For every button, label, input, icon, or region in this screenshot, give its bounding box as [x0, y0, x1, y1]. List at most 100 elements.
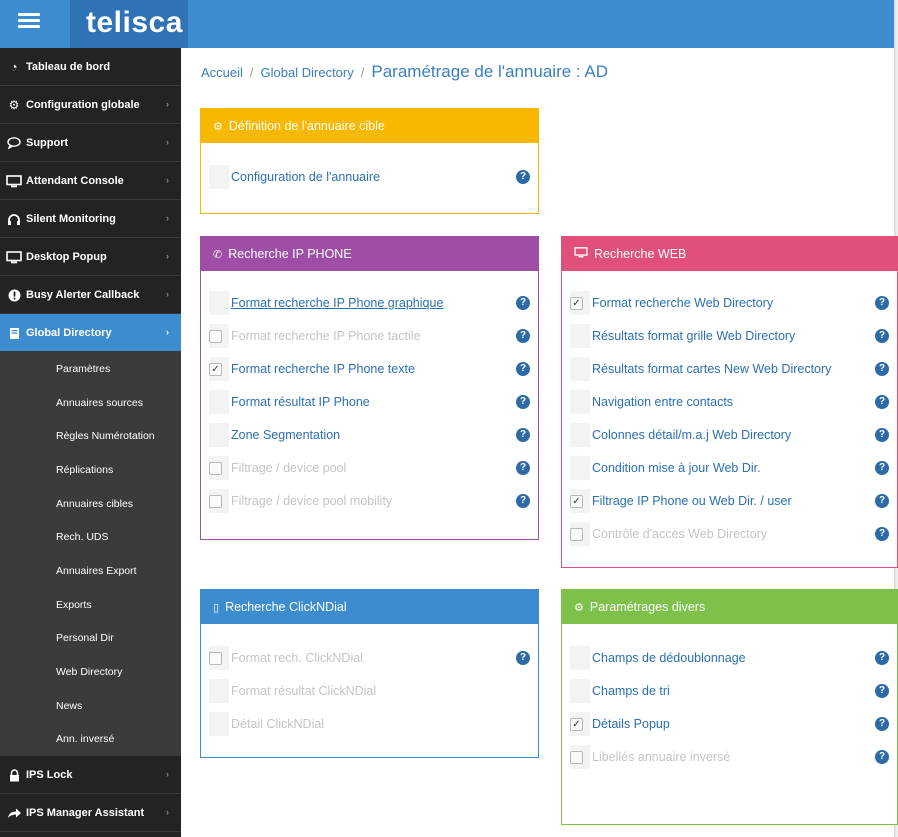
- sidebar-item-configuration-globale[interactable]: ⚙ Configuration globale ›: [0, 86, 181, 124]
- monitor-icon: [574, 247, 588, 261]
- help-icon[interactable]: ?: [875, 296, 889, 310]
- setting-row: ✓ Filtrage IP Phone ou Web Dir. / user ?: [570, 489, 889, 513]
- help-icon[interactable]: ?: [875, 651, 889, 665]
- help-icon[interactable]: ?: [875, 461, 889, 475]
- submenu-item[interactable]: Annuaires Export: [0, 554, 181, 588]
- setting-link[interactable]: Résultats format cartes New Web Director…: [592, 362, 875, 376]
- setting-link[interactable]: Filtrage IP Phone ou Web Dir. / user: [592, 494, 875, 508]
- row-checkbox-checked[interactable]: ✓: [570, 494, 583, 508]
- sidebar-item-silent-monitoring[interactable]: Silent Monitoring ›: [0, 200, 181, 238]
- setting-row: Condition mise à jour Web Dir. ?: [570, 456, 889, 480]
- help-icon[interactable]: ?: [875, 395, 889, 409]
- setting-link[interactable]: Format recherche Web Directory: [592, 296, 875, 310]
- row-checkbox[interactable]: [570, 527, 583, 541]
- help-icon[interactable]: ?: [875, 717, 889, 731]
- sidebar: ◔ Tableau de bord ⚙ Configuration global…: [0, 48, 181, 837]
- setting-link[interactable]: Format résultat IP Phone: [231, 395, 516, 409]
- submenu-item[interactable]: Ann. inversé: [0, 723, 181, 757]
- sidebar-item-label: Support: [26, 136, 69, 149]
- submenu-item[interactable]: Annuaires cibles: [0, 487, 181, 521]
- app-logo[interactable]: telisca: [86, 6, 183, 40]
- setting-row: Champs de tri ?: [570, 679, 889, 703]
- row-checkbox[interactable]: [209, 494, 222, 508]
- setting-row: Zone Segmentation ?: [209, 423, 530, 447]
- setting-row: Contrôle d'accès Web Directory ?: [570, 522, 889, 546]
- chevron-right-icon: ›: [166, 807, 169, 818]
- setting-link[interactable]: Détails Popup: [592, 717, 875, 731]
- breadcrumb-home-link[interactable]: Accueil: [201, 65, 243, 80]
- gears-icon: ⚙: [8, 98, 20, 112]
- row-checkbox[interactable]: [570, 750, 583, 764]
- setting-link[interactable]: Condition mise à jour Web Dir.: [592, 461, 875, 475]
- help-icon[interactable]: ?: [875, 329, 889, 343]
- setting-link[interactable]: Zone Segmentation: [231, 428, 516, 442]
- row-checkbox-checked[interactable]: ✓: [570, 296, 583, 310]
- help-icon[interactable]: ?: [516, 461, 530, 475]
- help-icon[interactable]: ?: [875, 494, 889, 508]
- setting-link: Format recherche IP Phone tactile: [231, 329, 421, 343]
- breadcrumb: Accueil / Global Directory / Paramétrage de …: [201, 62, 608, 82]
- help-icon[interactable]: ?: [516, 651, 530, 665]
- setting-link[interactable]: Configuration de l'annuaire: [231, 170, 516, 184]
- setting-link[interactable]: Champs de tri: [592, 684, 875, 698]
- setting-row: Configuration de l'annuaire ?: [209, 165, 530, 189]
- submenu-item[interactable]: Règles Numérotation: [0, 419, 181, 453]
- top-bar: telisca: [0, 0, 898, 48]
- sidebar-item-attendant-console[interactable]: Attendant Console ›: [0, 162, 181, 200]
- sidebar-item-busy-alerter-callback[interactable]: Busy Alerter Callback ›: [0, 276, 181, 314]
- help-icon[interactable]: ?: [516, 395, 530, 409]
- help-icon[interactable]: ?: [516, 362, 530, 376]
- share-arrow-icon: [6, 805, 22, 821]
- sidebar-item-desktop-popup[interactable]: Desktop Popup ›: [0, 238, 181, 276]
- submenu-item[interactable]: Annuaires sources: [0, 386, 181, 420]
- help-icon[interactable]: ?: [516, 494, 530, 508]
- sidebar-item-label: Desktop Popup: [26, 250, 107, 263]
- alert-icon: [6, 287, 22, 303]
- setting-row: Champs de dédoublonnage ?: [570, 646, 889, 670]
- breadcrumb-section-link[interactable]: Global Directory: [261, 65, 354, 80]
- setting-link[interactable]: Colonnes détail/m.a.j Web Directory: [592, 428, 875, 442]
- setting-link[interactable]: Navigation entre contacts: [592, 395, 875, 409]
- chevron-right-icon: ›: [166, 213, 169, 223]
- submenu-item[interactable]: Personal Dir: [0, 622, 181, 656]
- sidebar-item-ips-manager-assistant[interactable]: IPS Manager Assistant ›: [0, 794, 181, 833]
- help-icon[interactable]: ?: [875, 428, 889, 442]
- row-checkbox-checked[interactable]: ✓: [570, 717, 583, 731]
- panel-header: ▯ Recherche ClickNDial: [201, 590, 538, 624]
- panel-header: ⚙ Définition de l'annuaire cible: [201, 109, 538, 143]
- row-checkbox-checked[interactable]: ✓: [209, 362, 222, 376]
- help-icon[interactable]: ?: [516, 428, 530, 442]
- submenu-item[interactable]: Exports: [0, 588, 181, 622]
- sidebar-item-tableau-de-bord[interactable]: ◔ Tableau de bord: [0, 48, 181, 86]
- row-checkbox[interactable]: [209, 461, 222, 475]
- hamburger-icon[interactable]: [18, 13, 40, 33]
- setting-link[interactable]: Format recherche IP Phone graphique: [231, 296, 516, 310]
- submenu-item[interactable]: Paramètres: [0, 352, 181, 386]
- panel-clickndial: ▯ Recherche ClickNDial Format rech. Clic…: [200, 589, 539, 758]
- row-checkbox[interactable]: [209, 329, 222, 343]
- setting-link[interactable]: Champs de dédoublonnage: [592, 651, 875, 665]
- panel-header: ✆ Recherche IP PHONE: [201, 237, 538, 271]
- setting-link[interactable]: Résultats format grille Web Directory: [592, 329, 875, 343]
- submenu-item[interactable]: Réplications: [0, 453, 181, 487]
- sidebar-item-support[interactable]: Support ›: [0, 124, 181, 162]
- breadcrumb-separator: /: [360, 65, 365, 80]
- submenu-item[interactable]: News: [0, 689, 181, 723]
- help-icon[interactable]: ?: [516, 329, 530, 343]
- help-icon[interactable]: ?: [875, 362, 889, 376]
- sidebar-item-global-directory[interactable]: Global Directory ›: [0, 314, 181, 352]
- help-icon[interactable]: ?: [516, 170, 530, 184]
- setting-link[interactable]: Format recherche IP Phone texte: [231, 362, 516, 376]
- setting-row: Format recherche IP Phone graphique ?: [209, 291, 530, 315]
- submenu-item[interactable]: Rech. UDS: [0, 520, 181, 554]
- help-icon[interactable]: ?: [875, 527, 889, 541]
- sidebar-item-label: Global Directory: [26, 326, 112, 339]
- row-checkbox[interactable]: [209, 651, 222, 665]
- panel-header: ⚙ Paramétrages divers: [562, 590, 897, 624]
- chevron-right-icon: ›: [166, 327, 169, 337]
- submenu-item[interactable]: Web Directory: [0, 655, 181, 689]
- help-icon[interactable]: ?: [875, 684, 889, 698]
- sidebar-item-ips-lock[interactable]: IPS Lock ›: [0, 756, 181, 795]
- help-icon[interactable]: ?: [875, 750, 889, 764]
- help-icon[interactable]: ?: [516, 296, 530, 310]
